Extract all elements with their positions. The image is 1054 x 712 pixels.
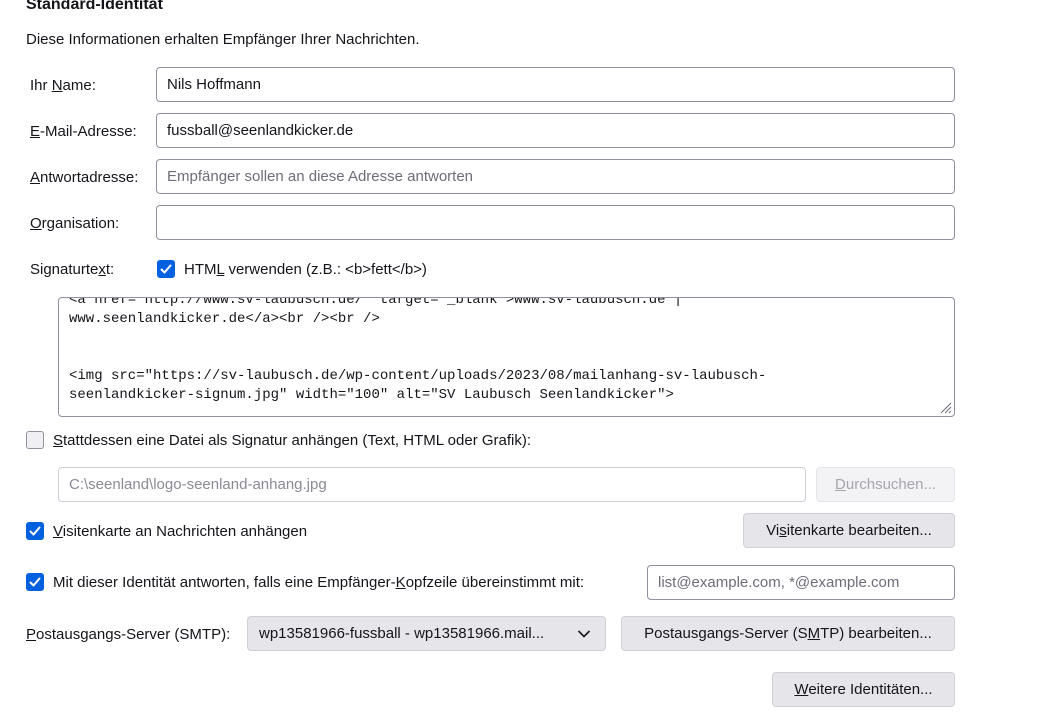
smtp-select[interactable]: wp13581966-fussball - wp13581966.mail... <box>247 616 606 651</box>
email-field[interactable]: fussball@seenlandkicker.de <box>156 113 955 148</box>
reply-match-label[interactable]: Mit dieser Identität antworten, falls ei… <box>53 574 584 591</box>
signature-text: <a href="http://www.sv-laubusch.de/" tar… <box>69 297 767 403</box>
reply-match-field[interactable]: list@example.com, *@example.com <box>647 565 955 600</box>
organisation-label: Organisation: <box>30 215 120 232</box>
file-signature-label[interactable]: Stattdessen eine Datei als Signatur anhä… <box>53 432 531 449</box>
resize-grip-icon[interactable] <box>938 400 952 414</box>
file-signature-checkbox[interactable] <box>26 431 44 449</box>
name-field[interactable]: Nils Hoffmann <box>156 67 955 102</box>
vcard-label[interactable]: Visitenkarte an Nachrichten anhängen <box>53 523 307 540</box>
checkmark-icon <box>29 526 41 536</box>
name-label: Ihr Name: <box>30 77 96 94</box>
section-description: Diese Informationen erhalten Empfänger I… <box>26 31 420 48</box>
checkmark-icon <box>29 577 41 587</box>
reply-to-label: Antwortadresse: <box>30 169 139 186</box>
signature-textarea[interactable]: <a href="http://www.sv-laubusch.de/" tar… <box>58 297 955 417</box>
html-checkbox-label[interactable]: HTML verwenden (z.B.: <b>fett</b>) <box>184 261 427 278</box>
more-identities-button[interactable]: Weitere Identitäten... <box>772 672 955 707</box>
email-label: E-Mail-Adresse: <box>30 123 137 140</box>
signature-label: Signaturtext: <box>30 261 115 278</box>
reply-match-checkbox[interactable] <box>26 573 44 591</box>
smtp-label: Postausgangs-Server (SMTP): <box>26 626 231 643</box>
edit-vcard-button[interactable]: Visitenkarte bearbeiten... <box>743 513 955 548</box>
browse-button[interactable]: Durchsuchen... <box>816 467 955 502</box>
file-signature-path[interactable]: C:\seenland\logo-seenland-anhang.jpg <box>58 467 806 502</box>
section-title: Standard-Identität <box>26 0 163 13</box>
html-checkbox[interactable] <box>157 260 175 278</box>
edit-smtp-button[interactable]: Postausgangs-Server (SMTP) bearbeiten... <box>621 616 955 651</box>
checkmark-icon <box>160 264 172 274</box>
reply-to-field[interactable]: Empfänger sollen an diese Adresse antwor… <box>156 159 955 194</box>
vcard-checkbox[interactable] <box>26 522 44 540</box>
organisation-field[interactable] <box>156 205 955 240</box>
chevron-down-icon <box>577 630 591 638</box>
